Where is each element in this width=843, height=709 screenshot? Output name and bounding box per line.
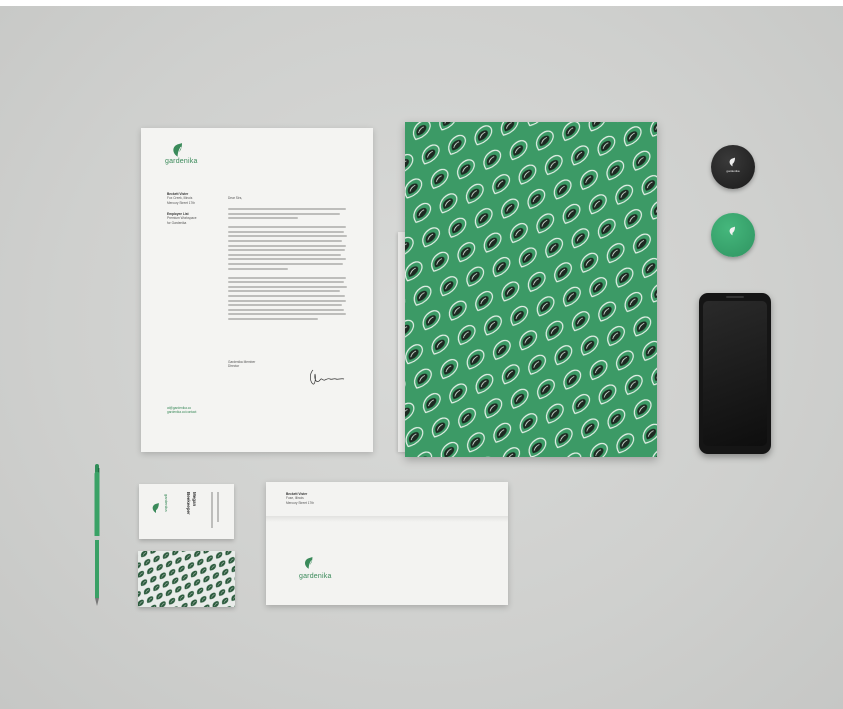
letter-body-text bbox=[228, 208, 348, 322]
gardenika-leaf-icon bbox=[729, 157, 735, 167]
signature-icon bbox=[310, 369, 345, 385]
envelope: Beckett Vister Fuse, Illinois Mercury St… bbox=[266, 482, 508, 605]
footer-website: gardenika.co/contact bbox=[167, 410, 197, 415]
green-pin-badge bbox=[711, 213, 755, 257]
envelope-sender-line-2: Mercury Street 17th bbox=[286, 500, 314, 505]
dark-pin-badge: gardenika bbox=[711, 145, 755, 189]
closing-role: Director bbox=[228, 364, 240, 369]
recipient-address: Employee List Premium Workspace for Gard… bbox=[167, 212, 197, 225]
gardenika-leaf-icon bbox=[152, 503, 159, 513]
letterhead-sheet: gardenika Beckett Vister Fox Creek, Illi… bbox=[141, 128, 373, 452]
recipient-line-1: Premium Workspace bbox=[167, 216, 197, 221]
footer-email: at@gardenika.co bbox=[167, 406, 192, 410]
card-contact-lines bbox=[217, 492, 219, 522]
phone-speaker bbox=[726, 296, 744, 298]
recipient-name: Employee List bbox=[167, 212, 189, 216]
closing-name: Gardenika Member bbox=[228, 360, 256, 364]
business-card-back bbox=[138, 551, 235, 607]
sender-line-2: Mercury Street 17th bbox=[167, 200, 195, 205]
mockup-scene: gardenika Beckett Vister Fox Creek, Illi… bbox=[0, 6, 843, 709]
envelope-sender-line-1: Fuse, Illinois bbox=[286, 496, 304, 501]
recipient-line-2: for Gardenika bbox=[167, 220, 187, 225]
sender-line-1: Fox Creek, Illinois bbox=[167, 196, 193, 201]
sender-address: Beckett Vister Fox Creek, Illinois Mercu… bbox=[167, 192, 195, 205]
letterhead-brand-name: gardenika bbox=[165, 158, 198, 165]
gardenika-leaf-icon bbox=[173, 143, 182, 158]
green-pen bbox=[94, 464, 100, 606]
envelope-flap bbox=[266, 516, 508, 522]
envelope-sender-name: Beckett Vister bbox=[286, 492, 308, 496]
card-contact-lines bbox=[211, 492, 213, 528]
card-brand-name: gardenika bbox=[164, 494, 169, 512]
patterned-folder bbox=[405, 122, 657, 457]
card-last-name: Beekeeper bbox=[186, 492, 191, 515]
letter-footer: at@gardenika.co gardenika.co/contact bbox=[167, 406, 196, 415]
smartphone bbox=[699, 293, 771, 454]
closing-block: Gardenika Member Director bbox=[228, 360, 255, 369]
business-card-front: gardenika Megan Beekeeper bbox=[139, 484, 234, 539]
salutation: Dear Sirs, bbox=[228, 196, 243, 200]
envelope-sender-address: Beckett Vister Fuse, Illinois Mercury St… bbox=[286, 492, 314, 505]
envelope-brand-name: gardenika bbox=[299, 573, 332, 580]
phone-screen bbox=[703, 301, 767, 446]
card-first-name: Megan bbox=[192, 492, 197, 507]
badge-brand-name: gardenika bbox=[726, 169, 740, 173]
gardenika-leaf-icon bbox=[729, 226, 735, 236]
sender-name: Beckett Vister bbox=[167, 192, 189, 196]
gardenika-leaf-icon bbox=[304, 557, 313, 570]
